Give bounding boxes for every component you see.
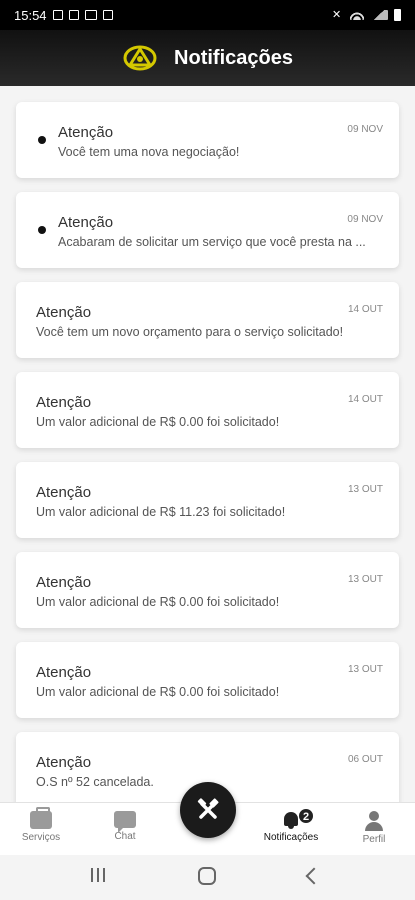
- notification-message: Um valor adicional de R$ 11.23 foi solic…: [36, 505, 286, 519]
- notification-title: Atenção: [36, 574, 92, 591]
- notification-date: 14 OUT: [347, 304, 383, 315]
- notification-message: O.S nº 52 cancelada.: [36, 775, 154, 789]
- wifi-icon: [350, 10, 364, 20]
- screenshot-icon: [102, 10, 113, 20]
- notification-message: Um valor adicional de R$ 0.00 foi solici…: [36, 415, 280, 429]
- nav-label: Perfil: [362, 834, 386, 845]
- system-nav-bar: [0, 855, 415, 900]
- briefcase-icon: [30, 807, 52, 829]
- notification-card[interactable]: Atenção Um valor adicional de R$ 11.23 f…: [16, 462, 399, 538]
- laptop-icon: [84, 10, 97, 20]
- notification-title: Atenção: [36, 304, 92, 321]
- unread-dot-icon: [38, 136, 46, 144]
- notification-badge: 2: [298, 808, 314, 824]
- nav-label: Notificações: [263, 832, 319, 843]
- app-header: Notificações: [0, 30, 415, 86]
- notification-title: Atenção: [58, 214, 114, 231]
- notification-date: 13 OUT: [347, 664, 383, 675]
- nav-item-perfil[interactable]: Perfil: [339, 803, 409, 856]
- nav-item-notificacoes[interactable]: Notificações: [256, 803, 326, 856]
- notification-date: 13 OUT: [347, 574, 383, 585]
- notification-title: Atenção: [36, 394, 92, 411]
- notification-list[interactable]: Atenção Você tem uma nova negociação! 09…: [0, 86, 415, 802]
- notification-card[interactable]: Atenção Acabaram de solicitar um serviço…: [16, 192, 399, 268]
- notification-message: Um valor adicional de R$ 0.00 foi solici…: [36, 685, 280, 699]
- home-icon[interactable]: [198, 867, 216, 885]
- notification-card[interactable]: Atenção Você tem uma nova negociação! 09…: [16, 102, 399, 178]
- notification-card[interactable]: Atenção Um valor adicional de R$ 0.00 fo…: [16, 552, 399, 628]
- notification-card[interactable]: Atenção Um valor adicional de R$ 0.00 fo…: [16, 642, 399, 718]
- status-time: 15:54: [14, 7, 47, 23]
- mute-icon: ✕: [332, 9, 342, 21]
- nav-label: Serviços: [21, 832, 61, 843]
- back-icon[interactable]: [305, 867, 323, 885]
- unread-dot-icon: [38, 226, 46, 234]
- notification-date: 06 OUT: [347, 754, 383, 765]
- status-bar: 15:54 ✕: [0, 0, 415, 30]
- notification-message: Um valor adicional de R$ 0.00 foi solici…: [36, 595, 280, 609]
- notification-message: Acabaram de solicitar um serviço que voc…: [58, 235, 366, 249]
- notification-title: Atenção: [36, 664, 92, 681]
- notification-title: Atenção: [36, 484, 92, 501]
- tools-fab-button[interactable]: [180, 782, 236, 838]
- notification-card[interactable]: Atenção Você tem um novo orçamento para …: [16, 282, 399, 358]
- notification-date: 13 OUT: [347, 484, 383, 495]
- notification-date: 09 NOV: [347, 124, 383, 135]
- notification-date: 09 NOV: [347, 214, 383, 225]
- photo-icon: [68, 10, 79, 20]
- battery-icon: [394, 9, 401, 21]
- gallery-icon: [52, 10, 63, 20]
- notification-message: Você tem uma nova negociação!: [58, 145, 240, 159]
- chat-icon: [114, 811, 136, 833]
- recent-apps-icon[interactable]: [90, 867, 106, 883]
- person-icon: [364, 811, 384, 831]
- notification-date: 14 OUT: [347, 394, 383, 405]
- page-title: Notificações: [174, 46, 293, 69]
- signal-icon: [370, 10, 388, 20]
- tools-icon: [197, 798, 219, 819]
- nav-item-chat[interactable]: Chat: [90, 803, 160, 856]
- nav-item-servicos[interactable]: Serviços: [6, 803, 76, 856]
- notification-title: Atenção: [36, 754, 92, 771]
- notification-card[interactable]: Atenção Um valor adicional de R$ 0.00 fo…: [16, 372, 399, 448]
- nav-label: Chat: [114, 831, 136, 842]
- app-logo-icon: [123, 45, 157, 71]
- notification-message: Você tem um novo orçamento para o serviç…: [36, 325, 344, 339]
- notification-title: Atenção: [58, 124, 114, 141]
